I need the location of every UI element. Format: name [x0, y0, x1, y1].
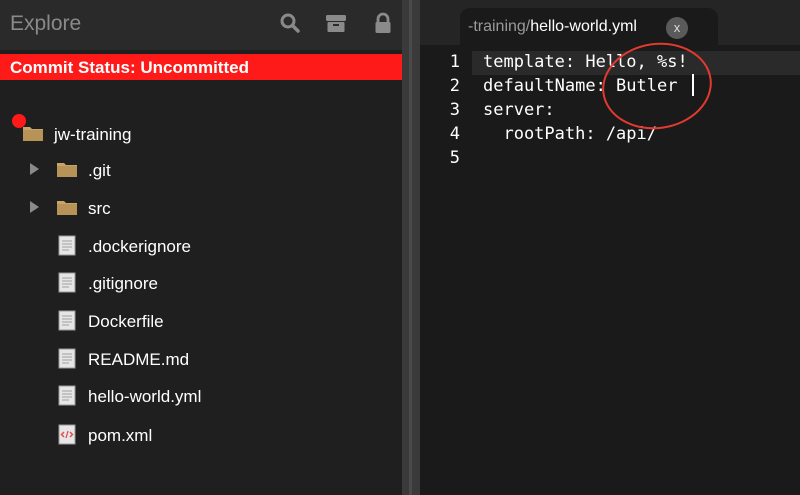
commit-status-bar: Commit Status: Uncommitted	[0, 54, 402, 80]
line-text[interactable]: rootPath: /api/	[483, 124, 657, 144]
tab-file-name: hello-world.yml	[530, 18, 637, 35]
tab-path-prefix: -training/	[468, 18, 531, 35]
folder-icon	[57, 163, 77, 177]
file-icon	[58, 385, 76, 406]
tree-item-src[interactable]: src	[0, 193, 402, 223]
tree-item-label: .git	[88, 161, 111, 180]
line-number: 3	[449, 100, 460, 120]
commit-status-text: Commit Status: Uncommitted	[10, 58, 249, 77]
line-number: 1	[449, 52, 460, 72]
tree-item-root[interactable]: jw-training	[0, 119, 402, 149]
line-number: 4	[449, 124, 460, 144]
explorer-header: Explore	[0, 0, 402, 50]
tree-item-label: Dockerfile	[88, 312, 164, 331]
tree-item-label: .gitignore	[88, 274, 158, 293]
tab-title: -training/hello-world.yml	[468, 18, 637, 36]
tab-strip: -training/hello-world.yml	[420, 0, 800, 45]
lock-icon[interactable]	[372, 12, 394, 34]
file-icon	[58, 235, 76, 256]
tree-item-pom[interactable]: pom.xml	[0, 420, 402, 450]
tree-item-label: .dockerignore	[88, 237, 192, 256]
folder-icon	[23, 127, 43, 141]
file-icon	[58, 310, 76, 331]
tree-item-label: jw-training	[54, 125, 132, 144]
tree-item-label: hello-world.yml	[88, 387, 202, 406]
tab-close-button[interactable]: x	[666, 17, 688, 39]
panel-splitter[interactable]	[402, 0, 420, 495]
xml-file-icon	[58, 424, 76, 445]
line-number: 2	[449, 76, 460, 96]
tree-item-dockerignore[interactable]: .dockerignore	[0, 231, 402, 261]
file-icon	[58, 272, 76, 293]
code-line[interactable]: 5	[420, 146, 800, 170]
code-line[interactable]: 4 rootPath: /api/	[420, 122, 800, 146]
tree-item-readme[interactable]: README.md	[0, 344, 402, 374]
tree-item-label: README.md	[88, 350, 190, 369]
splitter-handle[interactable]	[409, 0, 412, 495]
line-number: 5	[449, 148, 460, 168]
tree-item-label: pom.xml	[88, 426, 153, 445]
caret-right-icon[interactable]	[30, 163, 39, 175]
tree-item-git[interactable]: .git	[0, 155, 402, 185]
tree-item-gitignore[interactable]: .gitignore	[0, 268, 402, 298]
tree-item-label: src	[88, 199, 111, 218]
file-icon	[58, 348, 76, 369]
tree-item-dockerfile[interactable]: Dockerfile	[0, 306, 402, 336]
archive-box-icon[interactable]	[325, 12, 347, 34]
search-icon[interactable]	[279, 12, 301, 34]
caret-right-icon[interactable]	[30, 201, 39, 213]
explorer-title: Explore	[10, 12, 82, 35]
tree-item-hello-world[interactable]: hello-world.yml	[0, 381, 402, 411]
folder-icon	[57, 201, 77, 215]
line-text[interactable]: server:	[483, 100, 555, 120]
explorer-panel: Explore Commit Status: Uncommitted jw-tr…	[0, 0, 402, 495]
